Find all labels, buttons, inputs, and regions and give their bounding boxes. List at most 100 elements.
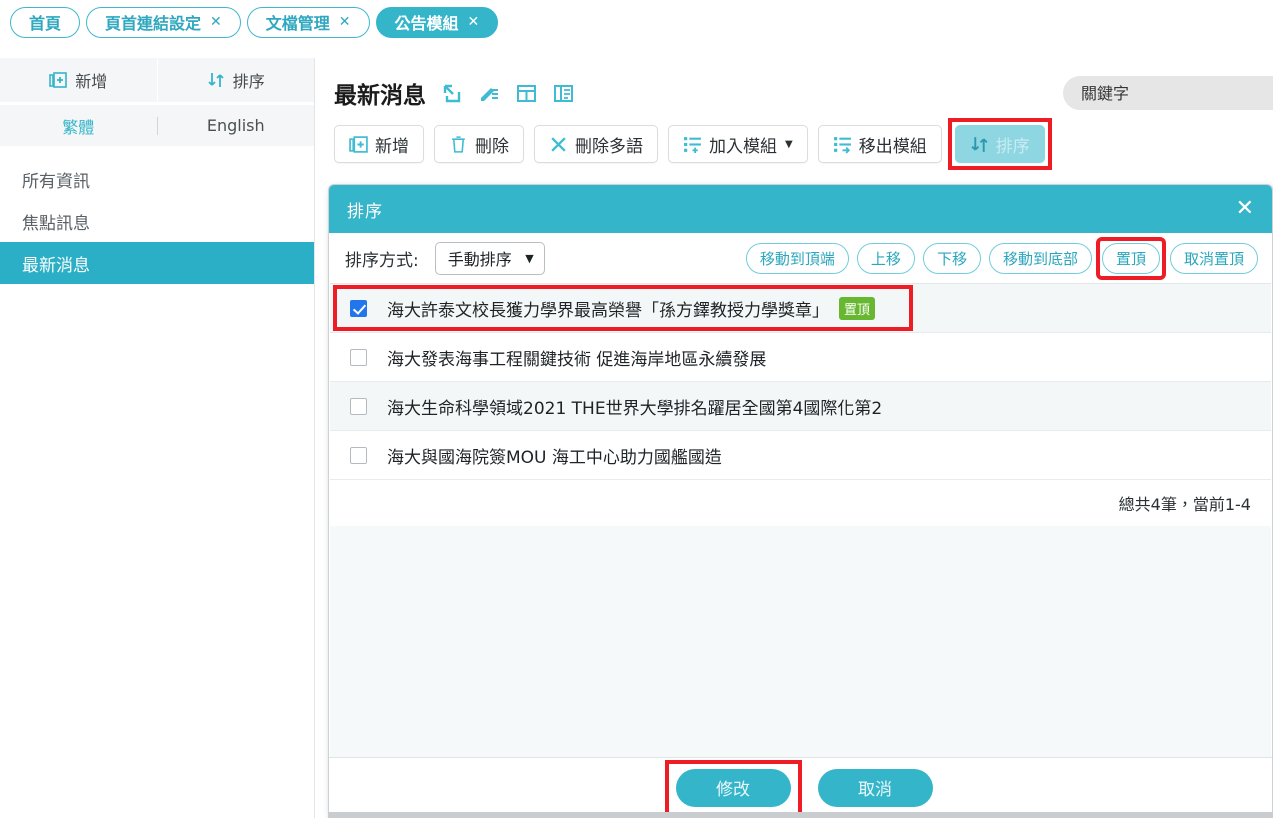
table-layout-icon[interactable] [516,83,537,104]
toolbar-button-wrapper: 排序 [947,118,1052,170]
move-button[interactable]: 置頂 [1101,242,1160,274]
move-button-wrapper: 置頂 [1095,236,1166,280]
list-layout-icon[interactable] [553,83,574,104]
list-item-title: 海大許泰文校長獲力學界最高榮譽「孫方鐸教授力學獎章」 [387,300,829,321]
toolbar-button-wrapper: 移出模組 [817,125,942,163]
tab-label: 首頁 [29,14,62,33]
edit-pencil-list-icon[interactable] [479,83,500,104]
tab-2[interactable]: 文檔管理 ✕ [246,6,370,38]
list-item-title: 海大發表海事工程關鍵技術 促進海岸地區永續發展 [387,349,767,370]
close-icon[interactable]: ✕ [210,15,222,29]
footer-button[interactable]: 修改 [675,768,791,807]
add-square-icon [349,135,368,154]
sidebar-lang-en[interactable]: English [158,116,315,135]
toolbar-button-wrapper: 刪除 [434,125,524,163]
tab-label: 公告模組 [394,14,459,33]
close-icon[interactable]: ✕ [468,15,480,29]
sidebar-lang-zh[interactable]: 繁體 [0,114,157,138]
tab-bar: 首頁 頁首連結設定 ✕ 文檔管理 ✕ 公告模組 ✕ [0,0,1273,44]
list-item[interactable]: 海大與國海院簽MOU 海工中心助力國艦國造 [330,431,1271,480]
sidebar-item-label: 焦點訊息 [22,213,90,234]
page-header: 最新消息 [316,58,1273,112]
sidebar-menu: 所有資訊焦點訊息最新消息 [0,158,314,284]
toolbar-button[interactable]: 加入模組 ▼ [668,125,808,163]
move-button-wrapper: 取消置頂 [1169,242,1258,274]
sort-arrows-icon [970,135,989,154]
toolbar-button-label: 排序 [995,136,1030,157]
sidebar-action-sort[interactable]: 排序 [157,58,314,102]
bottom-strip [328,812,1273,818]
sort-dialog-title: 排序 [347,201,383,222]
list-item[interactable]: 海大許泰文校長獲力學界最高榮譽「孫方鐸教授力學獎章」 置頂 [330,284,1271,333]
move-button[interactable]: 取消置頂 [1169,242,1258,274]
toolbar-button[interactable]: 排序 [954,125,1045,163]
list-item[interactable]: 海大生命科學領域2021 THE世界大學排名躍居全國第4國際化第2 [330,382,1271,431]
tab-label: 頁首連結設定 [105,14,202,33]
toolbar-button[interactable]: 移出模組 [817,125,942,163]
status-badge: 置頂 [839,296,876,320]
move-button-wrapper: 移動到頂端 [745,242,849,274]
list-item[interactable]: 海大發表海事工程關鍵技術 促進海岸地區永續發展 [330,333,1271,382]
search-container [1063,76,1273,110]
tab-label: 文檔管理 [265,14,330,33]
sort-dialog: 排序 ✕ 排序方式: 手動排序 ▼ 移動到頂端 上移 下移 移動到底部 置頂 取消置頂 海… [328,184,1273,818]
move-button[interactable]: 移動到頂端 [745,242,849,274]
chevron-down-icon: ▼ [525,251,534,265]
toolbar-button-wrapper: 加入模組 ▼ [668,125,808,163]
sort-mode-label: 排序方式: [345,250,419,271]
row-checkbox[interactable] [350,446,367,464]
toolbar-button-label: 移出模組 [858,136,927,157]
sidebar-item-label: 所有資訊 [22,171,90,192]
sidebar-action-sort-label: 排序 [232,72,265,91]
sort-mode-select[interactable]: 手動排序 ▼ [434,241,545,275]
move-button-label: 移動到底部 [1002,249,1078,268]
trash-icon [449,135,468,154]
move-button-wrapper: 下移 [922,242,981,274]
move-button-label: 移動到頂端 [759,249,835,268]
sort-mode-value: 手動排序 [447,250,512,269]
row-checkbox[interactable] [350,348,367,366]
sidebar-item[interactable]: 焦點訊息 [0,200,314,242]
x-icon [549,135,568,154]
toolbar-button-label: 刪除多語 [575,136,643,157]
chevron-down-icon: ▼ [785,138,793,150]
toolbar-button[interactable]: 新增 [334,125,424,163]
move-button[interactable]: 移動到底部 [988,242,1092,274]
external-link-icon[interactable] [442,83,463,104]
move-button-label: 取消置頂 [1183,249,1244,268]
content-toolbar: 新增 刪除 刪除多語 加入模組 ▼ 移出模組 排序 [316,112,1273,170]
move-button[interactable]: 下移 [922,242,981,274]
sort-list: 海大許泰文校長獲力學界最高榮譽「孫方鐸教授力學獎章」 置頂海大發表海事工程關鍵技術… [330,283,1271,757]
footer-button-wrapper: 修改 [664,759,802,816]
page-title: 最新消息 [334,83,426,109]
move-buttons-group: 移動到頂端 上移 下移 移動到底部 置頂 取消置頂 [745,236,1258,280]
list-add-icon [683,135,702,154]
search-input[interactable] [1063,76,1273,110]
sort-dialog-footer: 修改 取消 [329,757,1272,817]
move-button-wrapper: 上移 [856,242,915,274]
toolbar-button[interactable]: 刪除多語 [534,125,658,163]
sidebar-item[interactable]: 所有資訊 [0,158,314,200]
row-checkbox[interactable] [350,397,367,415]
move-button[interactable]: 上移 [856,242,915,274]
tab-0[interactable]: 首頁 [10,6,81,38]
close-icon[interactable]: ✕ [339,15,351,29]
sidebar-actions: 新增 排序 [0,58,314,102]
toolbar-button-label: 刪除 [475,136,509,157]
sidebar-action-add[interactable]: 新增 [0,58,158,102]
toolbar-button[interactable]: 刪除 [434,125,524,163]
move-button-label: 上移 [870,249,901,268]
toolbar-button-wrapper: 新增 [334,125,424,163]
row-checkbox[interactable] [350,299,367,317]
list-item-title: 海大與國海院簽MOU 海工中心助力國艦國造 [387,447,722,468]
tab-1[interactable]: 頁首連結設定 ✕ [86,6,241,38]
toolbar-button-label: 加入模組 [709,136,777,157]
move-button-label: 置頂 [1115,249,1146,268]
sidebar-action-add-label: 新增 [75,72,108,91]
toolbar-button-wrapper: 刪除多語 [534,125,658,163]
footer-button[interactable]: 取消 [817,768,933,807]
tab-3[interactable]: 公告模組 ✕ [375,6,499,38]
close-icon[interactable]: ✕ [1236,198,1254,220]
sidebar-item[interactable]: 最新消息 [0,242,314,284]
list-count: 總共4筆，當前1-4 [330,480,1271,526]
